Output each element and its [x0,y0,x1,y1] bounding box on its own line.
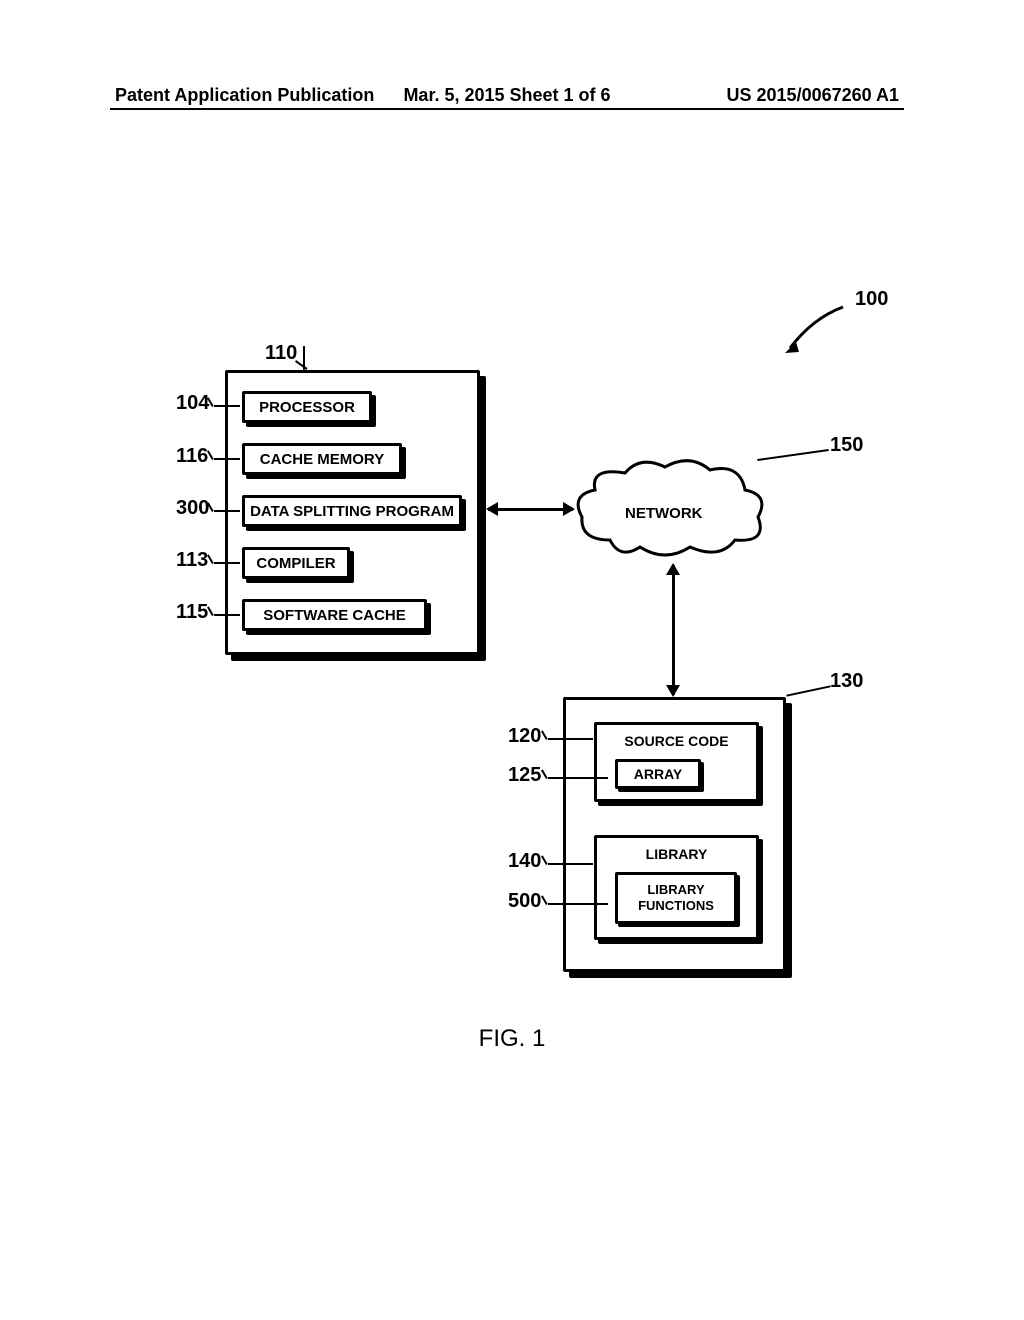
arrow-network-storage [672,565,675,695]
header-divider [110,108,904,110]
header-publication: Patent Application Publication [115,85,376,106]
ref-150: 150 [830,434,863,457]
header-date-sheet: Mar. 5, 2015 Sheet 1 of 6 [376,85,637,106]
ref-113-leader [214,562,240,564]
compiler-box: COMPILER [242,547,350,579]
processor-box: PROCESSOR [242,391,372,423]
library-box: LIBRARY LIBRARYFUNCTIONS [594,835,759,940]
data-splitting-program-box: DATA SPLITTING PROGRAM [242,495,462,527]
ref-300: 300 [176,497,209,520]
cache-memory-box: CACHE MEMORY [242,443,402,475]
figure-label: FIG. 1 [0,1025,1024,1053]
ref-100: 100 [855,288,888,311]
source-code-box: SOURCE CODE ARRAY [594,722,759,802]
ref-500: 500 [508,890,541,913]
ref-110-leader [303,346,305,372]
curve-arrow-icon [785,300,855,355]
ref-115: 115 [176,601,208,624]
storage-box: SOURCE CODE ARRAY LIBRARY LIBRARYFUNCTIO… [563,697,786,972]
source-code-label: SOURCE CODE [597,733,756,749]
ref-125: 125 [508,764,541,787]
ref-140: 140 [508,850,541,873]
ref-130: 130 [830,670,863,693]
software-cache-box: SOFTWARE CACHE [242,599,427,631]
ref-300-leader [214,510,240,512]
computing-device-box: PROCESSOR CACHE MEMORY DATA SPLITTING PR… [225,370,480,655]
ref-116-leader [214,458,240,460]
page-header: Patent Application Publication Mar. 5, 2… [0,85,1024,106]
ref-120-leader [548,738,593,740]
library-label: LIBRARY [597,846,756,862]
ref-104: 104 [176,392,209,415]
ref-104-leader [214,405,240,407]
ref-116: 116 [176,445,208,468]
ref-120: 120 [508,725,541,748]
ref-110: 110 [265,342,297,365]
ref-140-leader [548,863,593,865]
ref-113: 113 [176,549,208,572]
library-functions-box: LIBRARYFUNCTIONS [615,872,737,924]
ref-500-leader [548,903,608,905]
array-box: ARRAY [615,759,701,789]
ref-130-leader [786,685,830,696]
ref-125-leader [548,777,608,779]
network-label: NETWORK [625,505,703,522]
ref-115-leader [214,614,240,616]
header-pub-number: US 2015/0067260 A1 [638,85,899,106]
arrow-device-network [488,508,573,511]
